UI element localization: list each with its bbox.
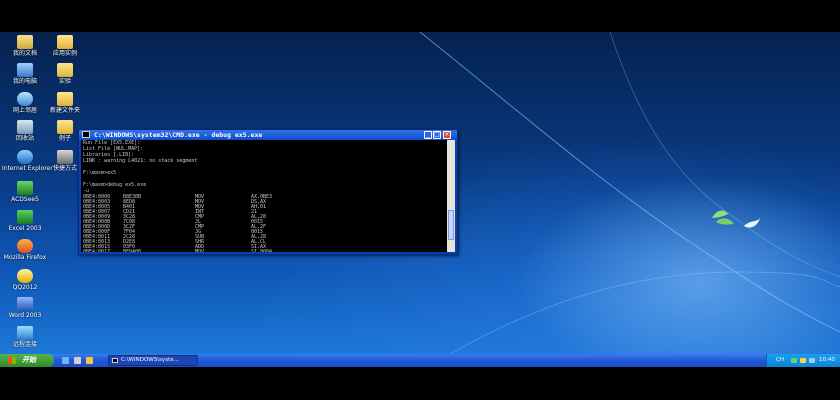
language-indicator[interactable]: CH: [776, 354, 784, 367]
disassembly-op: MOV: [195, 249, 205, 253]
desktop[interactable]: 我的文档 应用实例 我的电脑 实验 网上邻居 新建文件夹 回收站 例子 Internet Exp…: [0, 32, 840, 354]
new-folder-icon: [57, 92, 73, 106]
media-player-icon[interactable]: [86, 357, 93, 364]
disassembly-row: 0BE4:0017 BE0400 MOV SI,0004: [83, 249, 383, 253]
desktop-icon[interactable]: 应用实例: [42, 35, 88, 57]
console-line: F:\masm>debug ex5.exe: [83, 182, 147, 188]
network-places-icon: [17, 92, 33, 106]
my-documents-icon: [17, 35, 33, 49]
desktop-icon-label: 远程连接: [12, 341, 37, 348]
cmd-window-title: C:\WINDOWS\system32\CMD.exe - debug ex5.…: [94, 131, 263, 139]
volume-icon[interactable]: [800, 358, 806, 363]
start-button[interactable]: 开始: [0, 354, 54, 367]
task-label: C:\WINDOWS\syste...: [121, 357, 179, 363]
desktop-icon-label: 新建文件夹: [49, 107, 80, 114]
maximize-button[interactable]: □: [433, 131, 441, 139]
close-button[interactable]: ×: [443, 131, 451, 139]
desktop-icon-label: Excel 2003: [8, 225, 42, 232]
cmd-window[interactable]: C:\WINDOWS\system32\CMD.exe - debug ex5.…: [78, 129, 458, 255]
desktop-icon[interactable]: Word 2003: [2, 297, 48, 319]
desktop-icon[interactable]: ACDSee5: [2, 181, 48, 203]
disassembly-addr: 0BE4:0017: [83, 249, 111, 253]
taskbar-task-cmd[interactable]: C:\WINDOWS\syste...: [108, 355, 198, 366]
screen: 我的文档 应用实例 我的电脑 实验 网上邻居 新建文件夹 回收站 例子 Internet Exp…: [0, 0, 840, 400]
my-computer-icon: [17, 63, 33, 77]
cmd-titlebar[interactable]: C:\WINDOWS\system32\CMD.exe - debug ex5.…: [79, 130, 457, 140]
desktop-icon[interactable]: Excel 2003: [2, 210, 48, 232]
desktop-icon-label: ACDSee5: [11, 196, 39, 203]
start-label: 开始: [22, 356, 36, 364]
word-icon: [17, 297, 33, 311]
desktop-icon-label: 应用实例: [52, 50, 77, 57]
disassembly-bytes: BE0400: [123, 249, 142, 253]
network-icon[interactable]: [791, 358, 797, 363]
console-icon[interactable]: [82, 131, 90, 138]
desktop-icon[interactable]: 新建文件夹: [42, 92, 88, 114]
app-folder-icon: [57, 35, 73, 49]
desktop-icon-label: QQ2012: [12, 284, 38, 291]
internet-explorer-icon: [17, 150, 33, 164]
minimize-button[interactable]: _: [424, 131, 432, 139]
taskbar: 开始 C:\WINDOWS\syste... CH 10:40: [0, 354, 840, 367]
console-output[interactable]: Run File [EX5.EXE]: List File [NUL.MAP]: L…: [81, 140, 447, 252]
desktop-icon[interactable]: 远程连接: [2, 326, 48, 348]
console-line: LINK : warning L4021: no stack segment: [83, 158, 198, 164]
show-desktop-icon[interactable]: [74, 357, 81, 364]
remote-desktop-icon: [17, 326, 33, 340]
system-tray: CH 10:40: [766, 354, 840, 367]
windows-logo-icon: [8, 357, 16, 364]
examples-folder-icon: [57, 120, 73, 134]
desktop-icon[interactable]: QQ2012: [2, 269, 48, 291]
desktop-icon[interactable]: Mozilla Firefox: [2, 239, 48, 261]
ie-quicklaunch-icon[interactable]: [62, 357, 69, 364]
excel-icon: [17, 210, 33, 224]
disassembly-args: SI,0004: [251, 249, 273, 253]
desktop-icon-label: Mozilla Firefox: [3, 254, 47, 261]
console-icon: [112, 358, 118, 363]
desktop-icon-label: Word 2003: [8, 312, 42, 319]
vertical-scrollbar[interactable]: [447, 140, 455, 252]
shortcut-icon: [57, 150, 73, 164]
scrollbar-thumb[interactable]: [448, 210, 454, 240]
desktop-icon-label: 实验: [58, 78, 71, 85]
console-line: F:\masm>ex5: [83, 170, 117, 176]
recycle-bin-icon: [17, 120, 33, 134]
security-icon[interactable]: [809, 358, 815, 363]
acdsee-icon: [17, 181, 33, 195]
experiment-folder-icon: [57, 63, 73, 77]
clock: 10:40: [819, 357, 835, 363]
qq-icon: [17, 269, 33, 283]
desktop-icon[interactable]: 实验: [42, 63, 88, 85]
firefox-icon: [17, 239, 33, 253]
